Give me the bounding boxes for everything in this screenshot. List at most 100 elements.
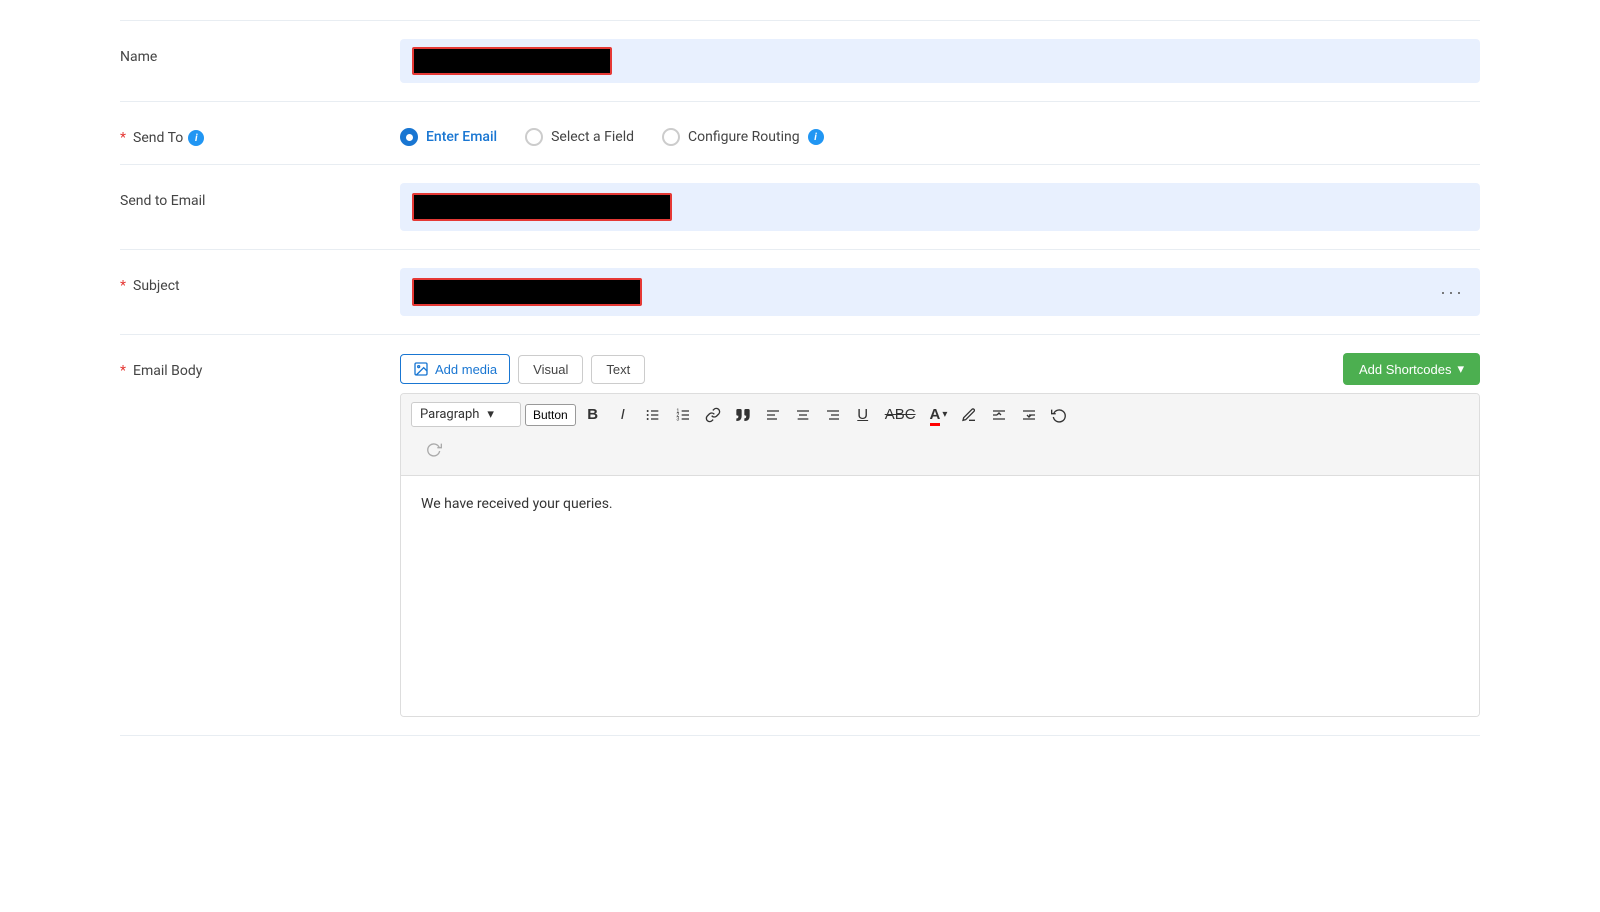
send-to-email-row: Send to Email [120, 165, 1480, 250]
name-label: Name [120, 39, 400, 65]
paragraph-select-label: Paragraph [420, 407, 479, 422]
bold-button[interactable]: B [580, 402, 606, 427]
radio-group: Enter Email Select a Field Configure Rou… [400, 120, 1480, 146]
name-input-bg [400, 39, 1480, 83]
subject-row: * Subject ··· [120, 250, 1480, 335]
blockquote-icon [735, 407, 751, 423]
ol-icon: 1 2 3 [675, 407, 691, 423]
add-media-button[interactable]: Add media [400, 354, 510, 384]
editor-body-text: We have received your queries. [421, 496, 1459, 512]
bold-icon: B [587, 406, 598, 423]
text-color-chevron-icon: ▾ [942, 409, 947, 420]
subject-required-marker: * [120, 278, 126, 294]
subject-content: ··· [400, 268, 1480, 316]
radio-select-field[interactable]: Select a Field [525, 128, 634, 146]
paragraph-chevron-icon: ▾ [487, 407, 494, 422]
toolbar-left-buttons: Add media Visual Text [400, 354, 645, 384]
indent-button[interactable] [986, 403, 1012, 427]
undo-icon [1051, 407, 1067, 423]
svg-text:3: 3 [676, 416, 679, 422]
outdent-button[interactable] [1016, 403, 1042, 427]
link-button[interactable] [700, 403, 726, 427]
visual-tab-label: Visual [533, 362, 568, 377]
send-to-label-text: Send To [133, 130, 183, 146]
redo-button[interactable] [421, 437, 447, 461]
align-right-icon [825, 407, 841, 423]
name-row: Name [120, 20, 1480, 102]
text-tab-label: Text [606, 362, 630, 377]
email-body-label-text: Email Body [133, 363, 202, 379]
button-badge-label: Button [533, 408, 568, 422]
align-center-button[interactable] [790, 403, 816, 427]
toolbar-row-1: Paragraph ▾ Button B I [411, 402, 1469, 427]
align-right-button[interactable] [820, 403, 846, 427]
email-body-row: * Email Body Add media Visual [120, 335, 1480, 736]
underline-button[interactable]: U [850, 402, 876, 427]
name-label-text: Name [120, 49, 157, 65]
subject-bg: ··· [400, 268, 1480, 316]
redo-icon [426, 441, 442, 457]
radio-configure-routing[interactable]: Configure Routing i [662, 128, 824, 146]
radio-configure-routing-circle [662, 128, 680, 146]
radio-enter-email-circle [400, 128, 418, 146]
subject-label: * Subject [120, 268, 400, 294]
add-shortcodes-label: Add Shortcodes [1359, 362, 1452, 377]
blockquote-button[interactable] [730, 403, 756, 427]
subject-redacted [412, 278, 642, 306]
subject-label-text: Subject [133, 278, 180, 294]
underline-icon: U [857, 406, 868, 423]
radio-enter-email-label: Enter Email [426, 129, 497, 145]
radio-enter-email[interactable]: Enter Email [400, 128, 497, 146]
send-to-options: Enter Email Select a Field Configure Rou… [400, 120, 1480, 146]
align-left-icon [765, 407, 781, 423]
outdent-icon [1021, 407, 1037, 423]
text-color-button[interactable]: A ▾ [925, 402, 953, 427]
text-tab-button[interactable]: Text [591, 355, 645, 384]
name-field-wrapper [400, 39, 1480, 83]
add-media-label: Add media [435, 362, 497, 377]
radio-select-field-label: Select a Field [551, 129, 634, 145]
send-to-email-label-text: Send to Email [120, 193, 205, 209]
undo-button[interactable] [1046, 403, 1072, 427]
align-left-button[interactable] [760, 403, 786, 427]
italic-button[interactable]: I [610, 402, 636, 427]
pencil-icon [961, 407, 977, 423]
visual-tab-button[interactable]: Visual [518, 355, 583, 384]
editor-toolbar: Paragraph ▾ Button B I [401, 394, 1479, 476]
form-container: Name * Send To i Enter Email Select a Fi… [80, 0, 1520, 756]
align-center-icon [795, 407, 811, 423]
add-media-icon [413, 361, 429, 377]
editor-wrapper: Paragraph ▾ Button B I [400, 393, 1480, 717]
radio-select-field-circle [525, 128, 543, 146]
toolbar-row-2 [411, 433, 1469, 467]
unordered-list-button[interactable] [640, 403, 666, 427]
editor-content-area[interactable]: We have received your queries. [401, 476, 1479, 716]
configure-routing-info-icon[interactable]: i [808, 129, 824, 145]
button-badge-btn[interactable]: Button [525, 404, 576, 426]
ul-icon [645, 407, 661, 423]
add-shortcodes-chevron-icon: ▾ [1457, 361, 1464, 377]
send-to-email-redacted [412, 193, 672, 221]
strikethrough-button[interactable]: ABC [880, 402, 921, 427]
clear-formatting-button[interactable] [956, 403, 982, 427]
text-color-icon: A [930, 406, 941, 423]
send-to-row: * Send To i Enter Email Select a Field C… [120, 102, 1480, 165]
ordered-list-button[interactable]: 1 2 3 [670, 403, 696, 427]
indent-icon [991, 407, 1007, 423]
send-to-required-marker: * [120, 130, 126, 146]
email-body-content: Add media Visual Text Add Shortcodes ▾ [400, 353, 1480, 717]
email-body-label: * Email Body [120, 353, 400, 379]
link-icon [705, 407, 721, 423]
radio-configure-routing-label: Configure Routing [688, 129, 800, 145]
subject-more-options-button[interactable]: ··· [1436, 282, 1468, 303]
email-body-top-toolbar: Add media Visual Text Add Shortcodes ▾ [400, 353, 1480, 385]
send-to-email-content [400, 183, 1480, 231]
add-shortcodes-button[interactable]: Add Shortcodes ▾ [1343, 353, 1480, 385]
send-to-info-icon[interactable]: i [188, 130, 204, 146]
paragraph-format-select[interactable]: Paragraph ▾ [411, 402, 521, 427]
send-to-label: * Send To i [120, 120, 400, 146]
strikethrough-icon: ABC [885, 406, 916, 423]
email-body-required-marker: * [120, 363, 126, 379]
send-to-email-label: Send to Email [120, 183, 400, 209]
name-redacted [412, 47, 612, 75]
